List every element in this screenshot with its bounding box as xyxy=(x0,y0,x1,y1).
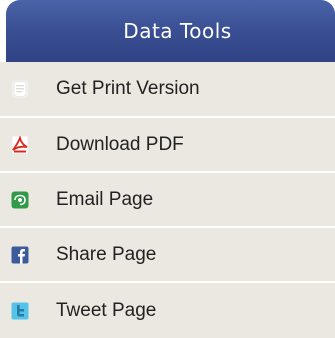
email-page-label: Email Page xyxy=(56,188,154,210)
print-page-icon xyxy=(12,80,28,98)
share-page-link[interactable]: Share Page xyxy=(0,228,335,283)
panel-title: Data Tools xyxy=(123,19,232,43)
tools-list: Get Print Version Download PDF Email Pag… xyxy=(0,62,335,338)
download-pdf-label: Download PDF xyxy=(56,133,184,155)
email-icon xyxy=(11,191,29,208)
get-print-version-link[interactable]: Get Print Version xyxy=(0,62,335,118)
pdf-icon xyxy=(12,135,28,153)
download-pdf-link[interactable]: Download PDF xyxy=(0,118,335,173)
twitter-icon xyxy=(11,302,29,319)
facebook-icon xyxy=(11,246,29,263)
tweet-page-label: Tweet Page xyxy=(56,299,157,321)
tweet-page-link[interactable]: Tweet Page xyxy=(0,283,335,338)
panel-header: Data Tools xyxy=(6,0,335,62)
data-tools-panel: Data Tools Get Print Version Download PD… xyxy=(0,0,335,338)
get-print-version-label: Get Print Version xyxy=(56,78,200,99)
share-page-label: Share Page xyxy=(56,243,157,265)
email-page-link[interactable]: Email Page xyxy=(0,173,335,228)
